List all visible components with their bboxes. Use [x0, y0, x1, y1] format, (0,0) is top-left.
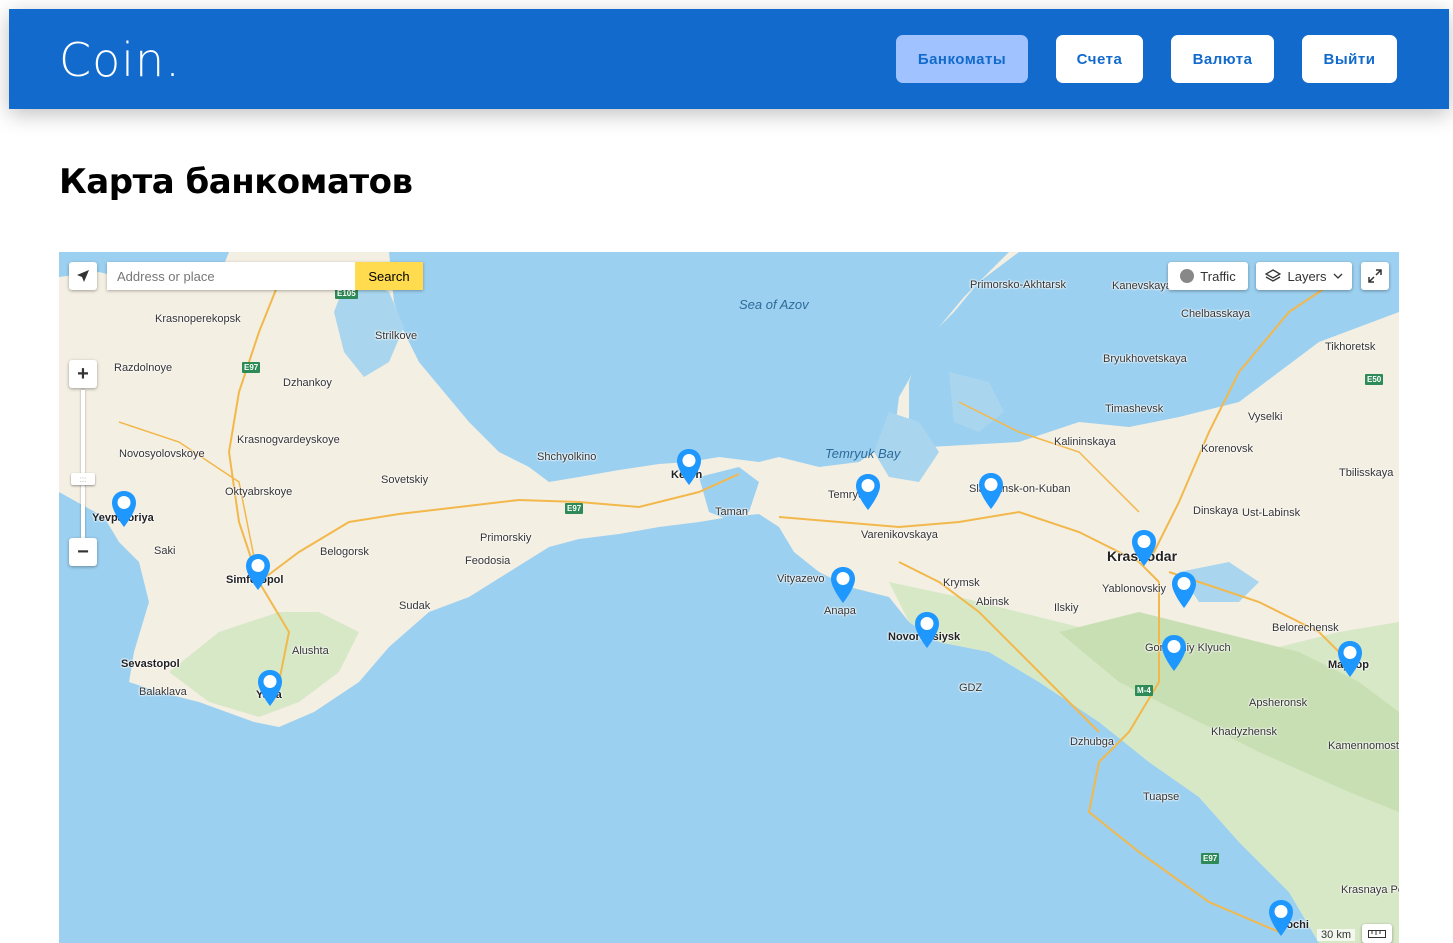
place-label: Alushta	[292, 645, 329, 657]
place-label: Krymsk	[943, 577, 980, 589]
zoom-slider-track[interactable]	[81, 390, 85, 538]
map-scale: 30 km	[1317, 929, 1355, 941]
traffic-button[interactable]: Traffic	[1168, 262, 1248, 290]
place-label: Dzhubga	[1070, 736, 1115, 748]
geolocation-button[interactable]	[69, 262, 97, 290]
zoom-out-button[interactable]: −	[69, 538, 97, 566]
place-label: Krasnoperekopsk	[155, 313, 241, 325]
zoom-slider-handle[interactable]: :::	[71, 473, 95, 485]
place-label: Dinskaya	[1193, 505, 1239, 517]
map-search-input[interactable]	[107, 262, 355, 290]
place-label: Kanevskaya	[1112, 280, 1172, 292]
atm-marker-icon[interactable]	[855, 473, 881, 511]
place-label: Korenovsk	[1201, 443, 1253, 455]
place-label: Strilkove	[375, 330, 418, 342]
nav-atms-button[interactable]: Банкоматы	[896, 35, 1028, 83]
map-search-button[interactable]: Search	[355, 262, 423, 290]
atm-marker-icon[interactable]	[1171, 571, 1197, 609]
place-label: Belogorsk	[320, 546, 369, 558]
place-label: Ilskiy	[1054, 602, 1079, 614]
place-label: Yablonovskiy	[1102, 583, 1166, 595]
atm-marker-icon[interactable]	[830, 566, 856, 604]
place-label: Khadyzhensk	[1211, 726, 1278, 738]
nav-logout-button[interactable]: Выйти	[1302, 35, 1397, 83]
place-label: Kalininskaya	[1054, 436, 1116, 448]
expand-icon	[1368, 269, 1382, 283]
place-label: Anapa	[824, 605, 856, 617]
place-label: Sudak	[399, 600, 431, 612]
place-label: Timashevsk	[1105, 403, 1164, 415]
map-base-layer	[59, 252, 1399, 943]
atm-marker-icon[interactable]	[1131, 529, 1157, 567]
place-label: Krasnaya Polyana	[1341, 884, 1399, 896]
place-label: Vityazevo	[777, 573, 825, 585]
place-label: Tikhoretsk	[1325, 341, 1376, 353]
place-label: Balaklava	[139, 686, 187, 698]
place-label: Varenikovskaya	[861, 529, 938, 541]
traffic-icon	[1180, 269, 1195, 283]
chevron-down-icon	[1333, 273, 1342, 279]
atm-marker-icon[interactable]	[914, 611, 940, 649]
place-label: Taman	[715, 506, 749, 518]
atm-marker-icon[interactable]	[978, 472, 1004, 510]
atm-marker-icon[interactable]	[676, 448, 702, 486]
atm-map[interactable]: Krasnoperekopsk Strilkove Razdolnoye Dzhank…	[59, 252, 1399, 943]
place-label: GDZ	[959, 682, 983, 694]
water-label: Temryuk Bay	[825, 446, 901, 461]
place-label: Krasnogvardeyskoye	[237, 434, 340, 446]
atm-marker-icon[interactable]	[1268, 899, 1294, 937]
road-shield: E50	[1365, 374, 1384, 385]
map-search: Search	[107, 262, 423, 290]
place-label: Feodosia	[465, 555, 511, 567]
ruler-icon	[1368, 929, 1386, 938]
place-label: Sovetskiy	[381, 474, 429, 486]
road-shield: E97	[242, 362, 261, 373]
layers-label: Layers	[1287, 268, 1327, 284]
place-label: Chelbasskaya	[1181, 308, 1251, 320]
place-label: Novosyolovskoye	[119, 448, 205, 460]
place-label: Belorechensk	[1272, 622, 1339, 634]
place-label: Primorskiy	[480, 532, 532, 544]
place-label: Saki	[154, 545, 176, 557]
logo[interactable]: Coin.	[59, 33, 181, 87]
page-title: Карта банкоматов	[59, 162, 413, 202]
place-label: Kamennomostsk	[1328, 740, 1399, 752]
zoom-in-button[interactable]: +	[69, 360, 97, 388]
atm-marker-icon[interactable]	[245, 553, 271, 591]
place-label: Tbilisskaya	[1339, 467, 1394, 479]
app-header: Coin. Банкоматы Счета Валюта Выйти	[9, 9, 1449, 109]
place-label: Abinsk	[976, 596, 1010, 608]
road-shield: E97	[565, 503, 584, 514]
atm-marker-icon[interactable]	[111, 490, 137, 528]
atm-marker-icon[interactable]	[257, 669, 283, 707]
place-label: Dzhankoy	[283, 377, 332, 389]
location-arrow-icon	[77, 270, 89, 282]
road-shield: M-4	[1135, 685, 1153, 696]
place-label: Apsheronsk	[1249, 697, 1308, 709]
nav-currency-button[interactable]: Валюта	[1171, 35, 1274, 83]
place-label: Ust-Labinsk	[1242, 507, 1301, 519]
place-label: Shchyolkino	[537, 451, 597, 463]
place-label: Goryachiy Klyuch	[1145, 642, 1231, 654]
place-label: Oktyabrskoye	[225, 486, 293, 498]
atm-marker-icon[interactable]	[1337, 640, 1363, 678]
layers-button[interactable]: Layers	[1256, 262, 1352, 290]
atm-marker-icon[interactable]	[1161, 634, 1187, 672]
layers-icon	[1265, 269, 1282, 282]
place-label: Vyselki	[1248, 411, 1283, 423]
place-label: Primorsko-Akhtarsk	[970, 279, 1066, 291]
place-label: Tuapse	[1143, 791, 1180, 803]
water-label: Sea of Azov	[739, 297, 809, 312]
road-shield: E97	[1201, 853, 1220, 864]
place-label: Razdolnoye	[114, 362, 173, 374]
ruler-button[interactable]	[1362, 924, 1392, 943]
place-label: Sevastopol	[121, 658, 180, 670]
place-label: Bryukhovetskaya	[1103, 353, 1187, 365]
nav-accounts-button[interactable]: Счета	[1056, 35, 1143, 83]
fullscreen-button[interactable]	[1361, 262, 1389, 290]
traffic-label: Traffic	[1200, 268, 1236, 284]
